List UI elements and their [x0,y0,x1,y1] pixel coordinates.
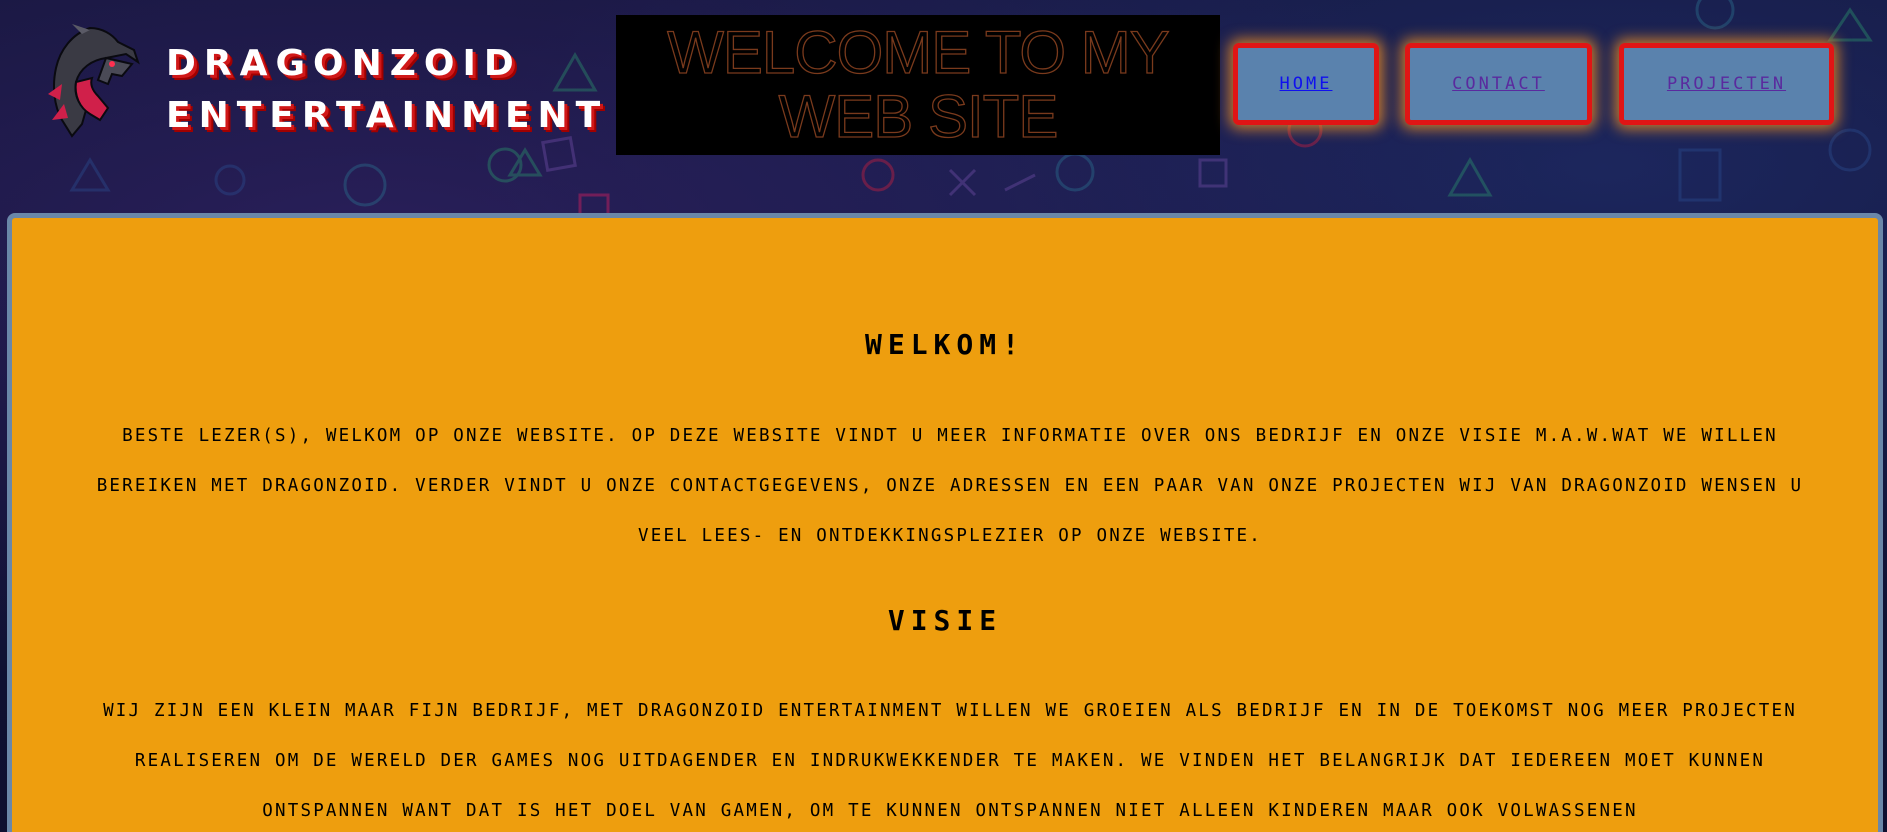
main-content-panel: WELKOM! BESTE LEZER(S), WELKOM OP ONZE W… [7,213,1883,832]
welcome-banner: WELCOME TO MY WEB SITE [616,15,1220,155]
welcome-line-1: WELCOME TO MY [667,19,1171,86]
welkom-paragraph: BESTE LEZER(S), WELKOM OP ONZE WEBSITE. … [96,426,1804,546]
nav-contact-button[interactable]: CONTACT [1405,43,1592,125]
visie-heading: VISIE [887,604,1003,637]
brand-line-1: DRAGONZOID [166,43,522,84]
brand-line-2: ENTERTAINMENT [166,95,609,136]
brand-name: DRAGONZOID ENTERTAINMENT [166,38,608,142]
welcome-line-2: WEB SITE [778,83,1059,150]
visie-paragraph: WIJ ZIJN EEN KLEIN MAAR FIJN BEDRIJF, ME… [103,701,1797,821]
nav-projecten-button[interactable]: PROJECTEN [1619,43,1834,125]
welkom-heading: WELKOM! [864,328,1025,361]
dragon-head-icon [42,24,142,142]
nav-home-button[interactable]: HOME [1233,43,1379,125]
